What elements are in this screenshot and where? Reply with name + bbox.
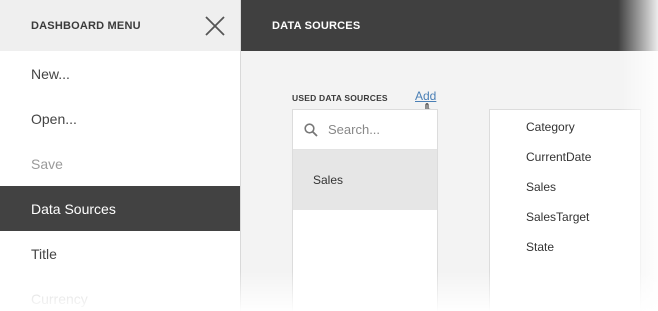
dashboard-menu-panel: DASHBOARD MENU New... Open... Save Data … xyxy=(0,0,241,311)
data-source-item-sales[interactable]: Sales xyxy=(293,150,437,210)
used-data-sources-label: USED DATA SOURCES xyxy=(292,93,388,103)
menu-item-new[interactable]: New... xyxy=(0,51,240,96)
menu-item-currency[interactable]: Currency xyxy=(0,276,240,311)
data-source-fields-list: Category CurrentDate Sales SalesTarget S… xyxy=(489,109,641,311)
field-item[interactable]: Category xyxy=(490,112,640,142)
close-icon[interactable] xyxy=(203,14,227,38)
content-header: DATA SOURCES xyxy=(241,0,658,51)
menu-item-open[interactable]: Open... xyxy=(0,96,240,141)
field-item[interactable]: Sales xyxy=(490,172,640,202)
search-icon xyxy=(304,122,318,137)
search-input[interactable] xyxy=(328,122,428,137)
menu-item-save[interactable]: Save xyxy=(0,141,240,186)
content-title: DATA SOURCES xyxy=(272,19,361,32)
dashboard-frame: DASHBOARD MENU New... Open... Save Data … xyxy=(0,0,658,311)
menu-header: DASHBOARD MENU xyxy=(0,0,240,51)
menu-title: DASHBOARD MENU xyxy=(31,19,141,32)
data-sources-content: DATA SOURCES USED DATA SOURCES Add Searc… xyxy=(241,0,658,311)
data-source-list: Sales xyxy=(292,109,438,311)
menu-item-title[interactable]: Title xyxy=(0,231,240,276)
field-item[interactable]: SalesTarget xyxy=(490,202,640,232)
menu-item-data-sources[interactable]: Data Sources xyxy=(0,186,240,231)
field-item[interactable]: State xyxy=(490,232,640,262)
field-item[interactable]: CurrentDate xyxy=(490,142,640,172)
search-row xyxy=(293,110,437,150)
add-data-source-link[interactable]: Add xyxy=(415,89,436,103)
